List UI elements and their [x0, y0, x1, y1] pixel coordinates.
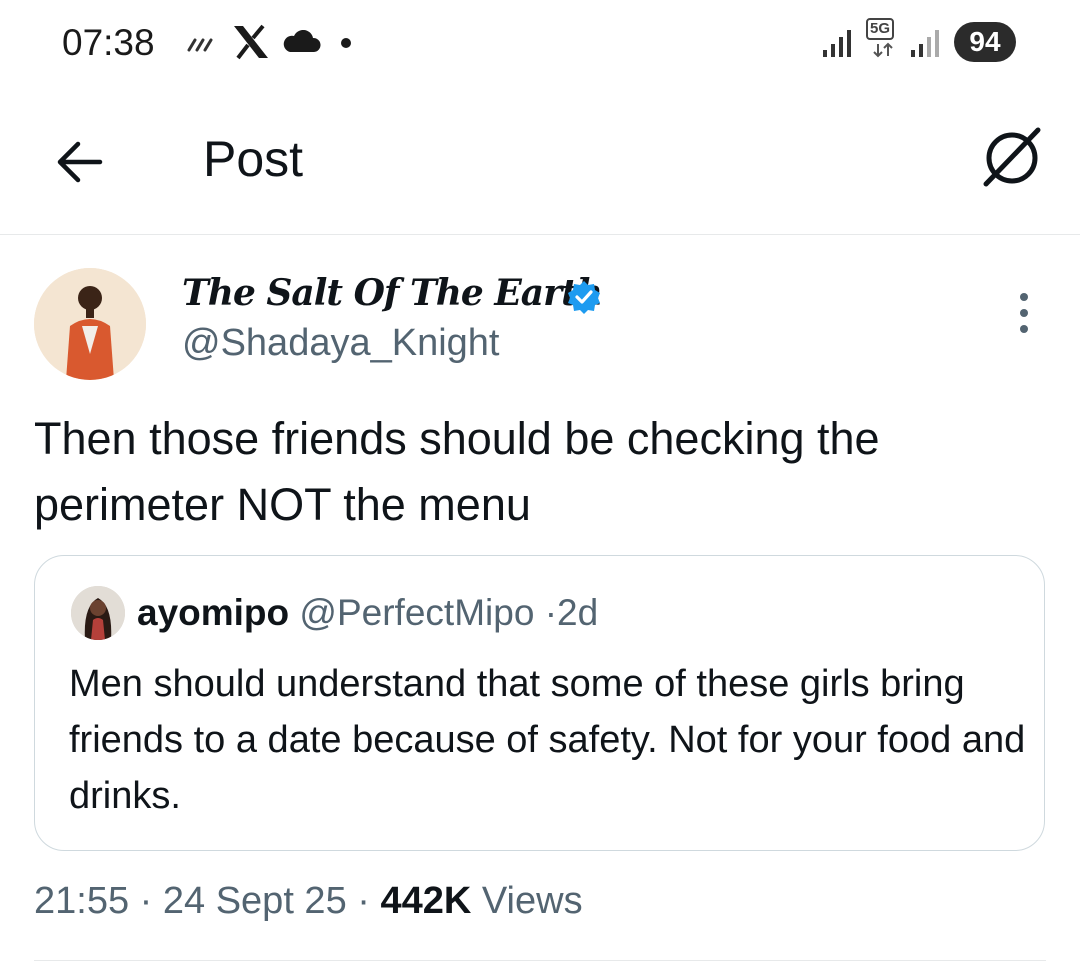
quote-header: ayomipo @PerfectMipo ·2d — [137, 592, 598, 634]
signal-waves-icon — [187, 38, 213, 52]
views-label[interactable]: Views — [482, 880, 583, 922]
divider — [34, 960, 1046, 961]
quote-age: 2d — [557, 592, 599, 633]
views-count[interactable]: 442K — [380, 880, 471, 922]
cloud-icon — [283, 30, 321, 52]
post-header: Post — [0, 90, 1080, 235]
screen: 07:38 5G 94 Post The Salt Of The Earth @… — [0, 0, 1080, 964]
verified-badge-icon — [568, 281, 600, 314]
data-arrows-icon — [873, 42, 893, 58]
avatar-image — [34, 268, 146, 380]
quote-author-handle: @PerfectMipo — [299, 592, 535, 633]
meta-separator: · — [357, 880, 370, 922]
avatar[interactable] — [34, 268, 146, 380]
post-time: 21:55 — [34, 880, 130, 922]
cell-signal-icon — [911, 30, 939, 57]
post-date: 24 Sept 25 — [162, 880, 347, 922]
page-title: Post — [203, 131, 304, 187]
post-meta: 21:55 · 24 Sept 25 · 442K Views — [34, 880, 583, 923]
author-name[interactable]: The Salt Of The Earth — [182, 272, 603, 314]
arrow-left-icon[interactable] — [50, 132, 110, 192]
cell-signal-icon — [823, 30, 851, 57]
meta-separator: · — [139, 880, 153, 922]
grok-icon[interactable] — [978, 122, 1046, 190]
dot-icon — [341, 38, 351, 48]
quote-avatar-image — [71, 586, 125, 640]
battery-icon: 94 — [954, 22, 1016, 62]
more-options-icon[interactable] — [1010, 290, 1038, 336]
quoted-post[interactable]: ayomipo @PerfectMipo ·2d Men should unde… — [34, 555, 1045, 851]
x-app-icon — [234, 24, 268, 60]
quote-author-name: ayomipo — [137, 592, 290, 633]
status-bar: 07:38 5G 94 — [0, 0, 1080, 90]
post-text: Then those friends should be checking th… — [34, 413, 880, 530]
author-handle[interactable]: @Shadaya_Knight — [182, 322, 499, 365]
quote-separator: · — [544, 592, 558, 633]
status-time: 07:38 — [62, 22, 155, 63]
quote-text: Men should understand that some of these… — [69, 663, 1026, 817]
5g-icon: 5G — [866, 18, 895, 40]
quote-avatar — [71, 586, 125, 640]
